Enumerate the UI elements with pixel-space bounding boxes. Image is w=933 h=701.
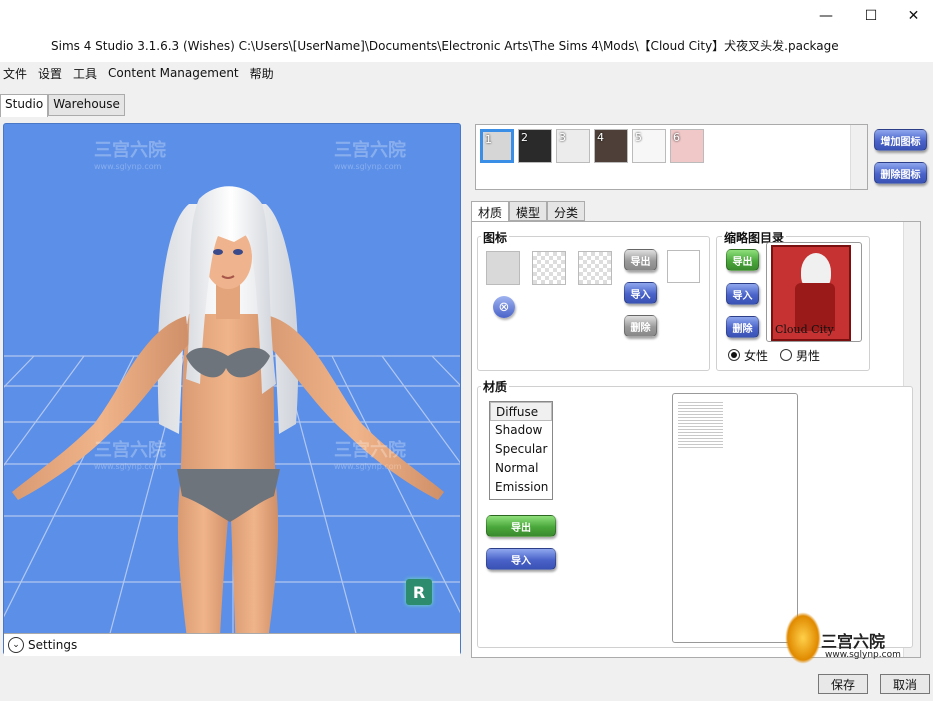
list-item[interactable]: Shadow xyxy=(490,421,552,440)
icon-group-label: 图标 xyxy=(481,229,510,246)
phoenix-icon xyxy=(785,612,821,664)
swatch-item[interactable]: 6 xyxy=(670,129,704,163)
icon-preview[interactable] xyxy=(578,251,612,285)
viewport-scene xyxy=(4,186,460,654)
texture-preview[interactable] xyxy=(672,393,798,643)
maximize-icon: ☐ xyxy=(864,8,878,24)
menu-help[interactable]: 帮助 xyxy=(247,65,280,82)
watermark: 三宫六院 www.sglynp.com xyxy=(334,440,406,471)
thumbnail-art: Cloud City xyxy=(771,245,851,341)
swatch-item[interactable]: 4 xyxy=(594,129,628,163)
watermark-title: 三宫六院 xyxy=(821,632,886,651)
watermark: 三宫六院 www.sglynp.com xyxy=(94,440,166,471)
remove-swatch-button[interactable]: 删除图标 xyxy=(874,162,927,184)
watermark: 三宫六院 www.sglynp.com xyxy=(94,140,166,171)
menu-settings[interactable]: 设置 xyxy=(35,65,68,82)
icon-delete-button[interactable]: 删除 xyxy=(624,315,657,337)
male-radio[interactable] xyxy=(780,349,792,361)
thumbnail-export-button[interactable]: 导出 xyxy=(726,249,759,271)
icon-import-button[interactable]: 导入 xyxy=(624,282,657,304)
settings-label: Settings xyxy=(28,638,78,652)
close-button[interactable]: ✕ xyxy=(894,2,933,30)
tab-category[interactable]: 分类 xyxy=(547,201,586,221)
tab-warehouse[interactable]: Warehouse xyxy=(48,94,125,116)
cancel-button[interactable]: 取消 xyxy=(880,674,930,694)
rig-badge-icon[interactable]: R xyxy=(406,579,432,605)
minimize-icon: — xyxy=(819,8,833,24)
icon-preview[interactable] xyxy=(486,251,520,285)
tab-studio[interactable]: Studio xyxy=(0,94,49,117)
list-item[interactable]: Diffuse xyxy=(490,402,552,421)
thumbnail-import-button[interactable]: 导入 xyxy=(726,283,759,305)
watermark-logo: 三宫六院 www.sglynp.com xyxy=(785,608,910,668)
menu-content-management[interactable]: Content Management xyxy=(105,66,245,80)
icon-export-button[interactable]: 导出 xyxy=(624,249,657,271)
minimize-button[interactable]: — xyxy=(803,2,849,30)
watermark: 三宫六院 www.sglynp.com xyxy=(334,140,406,171)
material-group-label: 材质 xyxy=(481,378,510,395)
thumbnail-caption: Cloud City xyxy=(775,323,834,336)
close-icon: ✕ xyxy=(907,8,920,24)
tab-model[interactable]: 模型 xyxy=(509,201,548,221)
material-import-button[interactable]: 导入 xyxy=(486,548,556,570)
chevron-down-icon[interactable]: ⌄ xyxy=(8,637,24,653)
male-label: 男性 xyxy=(796,349,821,363)
main-tabs: Studio Warehouse xyxy=(0,94,125,117)
list-item[interactable]: Emission xyxy=(490,478,552,497)
menu-file[interactable]: 文件 xyxy=(0,65,33,82)
icon-color-slot[interactable] xyxy=(667,250,700,283)
menu-tools[interactable]: 工具 xyxy=(70,65,103,82)
swatch-item[interactable]: 3 xyxy=(556,129,590,163)
icon-preview[interactable] xyxy=(532,251,566,285)
tab-material[interactable]: 材质 xyxy=(471,201,510,222)
thumbnail-delete-button[interactable]: 删除 xyxy=(726,316,759,338)
title-bar: Sims 4 Studio 3.1.6.3 (Wishes) C:\Users\… xyxy=(0,0,933,62)
swatch-scrollbar[interactable] xyxy=(850,125,867,189)
settings-bar[interactable]: ⌄ Settings xyxy=(4,633,460,656)
texture-thumbnail xyxy=(678,402,723,448)
add-swatch-button[interactable]: 增加图标 xyxy=(874,129,927,151)
maximize-button[interactable]: ☐ xyxy=(848,2,894,30)
material-export-button[interactable]: 导出 xyxy=(486,515,556,537)
list-item[interactable]: Specular xyxy=(490,440,552,459)
window-title: Sims 4 Studio 3.1.6.3 (Wishes) C:\Users\… xyxy=(51,39,839,53)
thumbnail-image[interactable]: Cloud City xyxy=(766,242,862,342)
menu-bar: 文件 设置 工具 Content Management 帮助 xyxy=(0,62,933,84)
editor-tabs: 材质 模型 分类 xyxy=(471,201,586,222)
swatch-list: 1 2 3 4 5 6 xyxy=(475,124,868,190)
texture-list: Diffuse Shadow Specular Normal Emission xyxy=(489,401,553,500)
watermark-url: www.sglynp.com xyxy=(825,650,901,660)
list-item[interactable]: Normal xyxy=(490,459,552,478)
save-button[interactable]: 保存 xyxy=(818,674,868,694)
3d-preview-viewport[interactable]: 三宫六院 www.sglynp.com 三宫六院 www.sglynp.com 三宫… xyxy=(3,123,461,655)
female-label: 女性 xyxy=(744,349,769,363)
clear-icon[interactable]: ⊗ xyxy=(493,296,515,318)
swatch-item[interactable]: 2 xyxy=(518,129,552,163)
swatch-item[interactable]: 5 xyxy=(632,129,666,163)
female-radio[interactable] xyxy=(728,349,740,361)
swatch-item[interactable]: 1 xyxy=(480,129,514,163)
